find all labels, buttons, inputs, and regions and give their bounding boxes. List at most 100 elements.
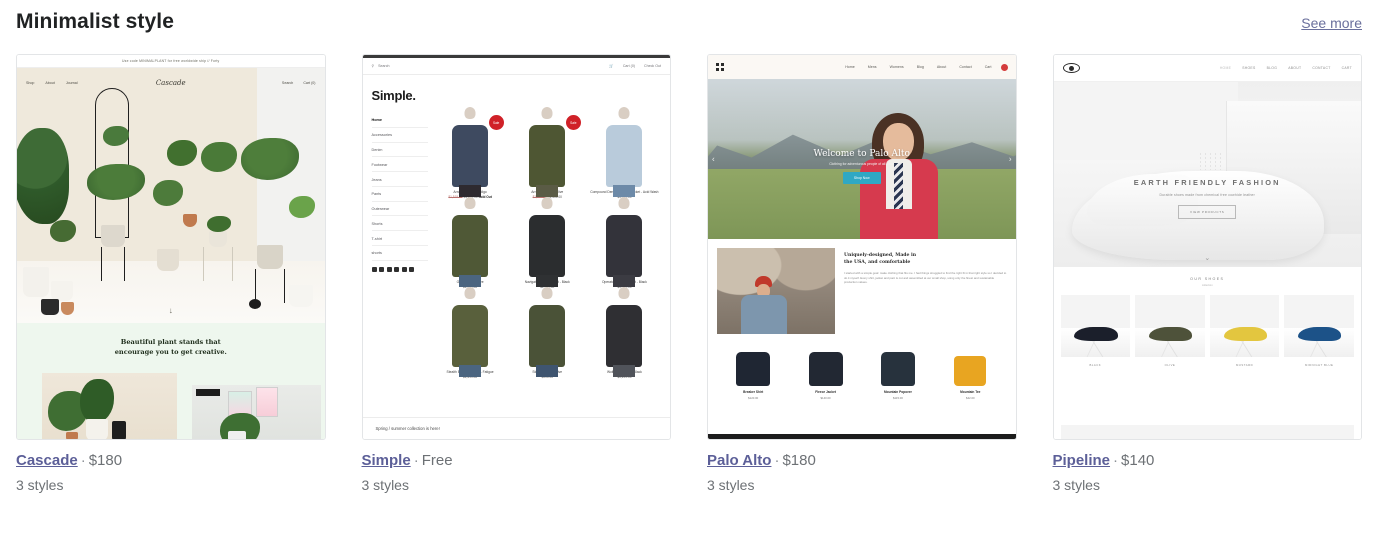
eye-logo-icon[interactable]	[1062, 63, 1080, 73]
nav-item-contact[interactable]: CONTACT	[1312, 66, 1330, 70]
shoe-cell[interactable]: OLIVE	[1135, 295, 1205, 367]
theme-thumbnail-cascade[interactable]: Use code MINIMALPLANT for free worldwide…	[16, 54, 326, 440]
theme-card-cascade[interactable]: Use code MINIMALPLANT for free worldwide…	[16, 54, 326, 495]
feature-section: Uniquely-designed, Made in the USA, and …	[708, 239, 1016, 334]
product-cell[interactable]: Wolfpack Jacket - Black $1,299.00	[588, 287, 661, 380]
product-cell[interactable]: Storm Jacket - Olive $999.00	[511, 287, 584, 380]
theme-card-simple[interactable]: ⚲ Search 🛒 Cart (0) Check Out Simple. Ho…	[361, 54, 671, 495]
product-cell[interactable]: Gulf Jacket - Olive $1,299.00	[434, 197, 507, 290]
sidebar-item-home[interactable]: Home	[371, 113, 428, 128]
scroll-down-icon[interactable]: ⌄	[1204, 254, 1210, 262]
twitter-icon[interactable]	[379, 266, 384, 272]
sidebar-item-jeans[interactable]: Jeans	[371, 172, 428, 187]
facebook-icon[interactable]	[371, 266, 377, 272]
promo-image-right	[192, 385, 322, 439]
product-garment	[954, 356, 987, 386]
vimeo-icon[interactable]	[409, 266, 414, 272]
sidebar-item-shorts[interactable]: Shorts	[371, 216, 428, 232]
shoe-cell[interactable]: MUSTARD	[1209, 295, 1280, 367]
product-cell[interactable]: Sale Arrow Shacket - Indigo $1,519.00 $1…	[434, 107, 507, 200]
theme-name-link[interactable]: Simple	[362, 452, 411, 469]
product-garment	[880, 352, 915, 386]
product-cell[interactable]: Mountain Tee $42.00	[934, 344, 1006, 400]
pipeline-preview: HOME SHOES BLOG ABOUT CONTACT CART EARTH…	[1053, 55, 1361, 439]
tumblr-icon[interactable]	[401, 266, 407, 272]
product-price: $120.00	[748, 396, 759, 400]
product-garment	[452, 125, 489, 197]
theme-thumbnail-palo-alto[interactable]: Home Mens Womens Blog About Contact Cart	[707, 54, 1017, 440]
plant-foliage	[207, 216, 231, 232]
sidebar-item-denim[interactable]: Denim	[371, 143, 428, 158]
product-cell[interactable]: Operator Denim Jacket - Black $1,399.00	[588, 197, 661, 290]
nav-item-blog[interactable]: Blog	[917, 65, 924, 69]
product-cell[interactable]: Fleece Jacket $140.00	[789, 344, 861, 400]
model-legs	[459, 275, 482, 287]
product-cell[interactable]: Navigator Parka Jacket - Black $1,999.00	[511, 197, 584, 290]
product-garment	[606, 305, 643, 377]
sidebar-item-footwear[interactable]: Footwear	[371, 157, 428, 173]
nav-item-cart[interactable]: Cart	[985, 65, 992, 69]
cart-icon[interactable]: 🛒	[609, 64, 613, 68]
product-cell[interactable]: Compound Denim Pullover Jacket - Acid Wa…	[588, 107, 661, 200]
instagram-icon[interactable]	[394, 266, 399, 272]
sale-badge: Sale	[565, 115, 581, 130]
product-cell[interactable]: Sale Arrow Shacket - Olive $1,519.00 $1,…	[511, 107, 584, 200]
theme-name-link[interactable]: Cascade	[16, 452, 78, 469]
see-more-link[interactable]: See more	[1301, 13, 1362, 33]
cart-label[interactable]: Cart (0)	[623, 64, 635, 68]
sidebar-item-outerwear[interactable]: Outerwear	[371, 202, 428, 217]
product-cell[interactable]: Stealth Bomber Jacket - Fatigue $1,399.0…	[434, 287, 507, 380]
carousel-next-icon[interactable]: ›	[1009, 155, 1012, 164]
announcement-text: Use code MINIMALPLANT for free worldwide…	[122, 59, 220, 63]
theme-thumbnail-simple[interactable]: ⚲ Search 🛒 Cart (0) Check Out Simple. Ho…	[361, 54, 671, 440]
product-name[interactable]: Fleece Jacket	[789, 386, 861, 394]
nav-item-home[interactable]: Home	[845, 65, 855, 69]
carousel-prev-icon[interactable]: ‹	[712, 155, 715, 164]
theme-styles-count: 3 styles	[1052, 477, 1100, 493]
nav-item-shoes[interactable]: SHOES	[1242, 66, 1255, 70]
product-name[interactable]: Breaker Shirt	[717, 386, 789, 394]
product-image	[588, 107, 661, 197]
product-row: Breaker Shirt $120.00 Fleece Jacket $140…	[708, 334, 1016, 400]
hero-carousel[interactable]: Welcome to Palo Alto Clothing for advent…	[708, 79, 1016, 239]
theme-name-link[interactable]: Pipeline	[1053, 452, 1111, 469]
nav-item-home[interactable]: HOME	[1220, 66, 1231, 70]
nav-item-cart[interactable]: CART	[1342, 66, 1352, 70]
product-garment	[452, 215, 489, 287]
grid-logo-icon[interactable]	[716, 63, 724, 71]
nav-item-contact[interactable]: Contact	[959, 65, 971, 69]
theme-name-link[interactable]: Palo Alto	[707, 452, 771, 469]
backdrop-left	[1053, 82, 1238, 160]
theme-thumbnail-pipeline[interactable]: HOME SHOES BLOG ABOUT CONTACT CART EARTH…	[1052, 54, 1362, 440]
nav-item-mens[interactable]: Mens	[868, 65, 877, 69]
nav-item-about[interactable]: ABOUT	[1288, 66, 1301, 70]
product-image	[434, 287, 507, 377]
theme-card-palo-alto[interactable]: Home Mens Womens Blog About Contact Cart	[707, 54, 1017, 495]
watering-can	[249, 299, 261, 309]
nav-item-about[interactable]: About	[937, 65, 946, 69]
checkout-label[interactable]: Check Out	[644, 64, 661, 68]
hero-cta-button[interactable]: Shop Now	[842, 172, 881, 185]
product-cell[interactable]: Mountain Popover $115.00	[862, 344, 934, 400]
sidebar-item-tshirt[interactable]: T-shirt	[371, 231, 428, 247]
nav-item-womens[interactable]: Womens	[890, 65, 904, 69]
model-head	[541, 287, 553, 299]
shoe-cell[interactable]: MIDNIGHT BLUE	[1284, 295, 1354, 367]
search-label[interactable]: Search	[378, 64, 389, 68]
sidebar-item-pants[interactable]: Pants	[371, 187, 428, 202]
product-image	[862, 344, 934, 386]
theme-card-pipeline[interactable]: HOME SHOES BLOG ABOUT CONTACT CART EARTH…	[1052, 54, 1362, 495]
hero-cta-button[interactable]: VIEW PRODUCTS	[1178, 205, 1237, 220]
product-name[interactable]: Mountain Popover	[862, 386, 934, 394]
caption-separator: ·	[774, 452, 780, 469]
sidebar-item-accessories[interactable]: Accessories	[371, 128, 428, 143]
product-cell[interactable]: Breaker Shirt $120.00	[717, 344, 789, 400]
sidebar-item-shorts-2[interactable]: shorts	[371, 246, 428, 261]
product-name[interactable]: Mountain Tee	[934, 386, 1006, 394]
search-icon[interactable]: ⚲	[372, 64, 375, 68]
pinterest-icon[interactable]	[386, 266, 392, 272]
nav-item-blog[interactable]: BLOG	[1267, 66, 1278, 70]
shelf-bracket	[196, 389, 221, 396]
hero-title: Welcome to Palo Alto	[813, 149, 910, 160]
shoe-cell[interactable]: BLACK	[1060, 295, 1131, 367]
